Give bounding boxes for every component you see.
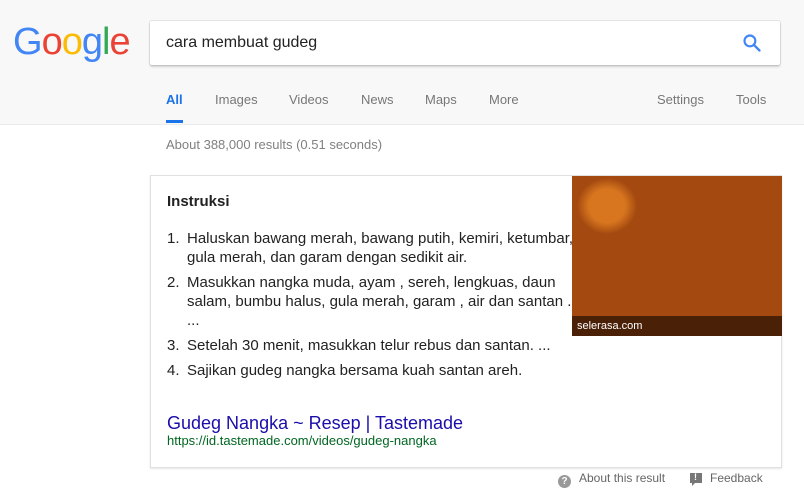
image-source-caption: selerasa.com [572, 316, 782, 336]
search-box [150, 21, 780, 65]
logo-letter: e [109, 21, 130, 63]
feedback-link[interactable]: Feedback [690, 471, 763, 486]
logo-letter: g [81, 21, 103, 63]
instruction-step: 3. Setelah 30 menit, masukkan telur rebu… [167, 336, 627, 355]
step-number: 2. [167, 274, 180, 291]
instruction-list: 1. Haluskan bawang merah, bawang putih, … [167, 229, 577, 386]
search-input[interactable] [166, 21, 726, 65]
instruction-step: 2. Masukkan nangka muda, ayam , sereh, l… [167, 273, 577, 330]
result-url: https://id.tastemade.com/videos/gudeg-na… [167, 433, 437, 448]
logo-letter: o [41, 21, 63, 63]
feedback-icon [690, 472, 702, 486]
tab-more[interactable]: More [489, 90, 519, 120]
step-number: 3. [167, 337, 180, 354]
result-title-link[interactable]: Gudeg Nangka ~ Resep | Tastemade [167, 413, 463, 434]
step-text: Setelah 30 menit, masukkan telur rebus d… [187, 337, 551, 354]
tab-all[interactable]: All [166, 90, 183, 123]
tab-settings[interactable]: Settings [657, 90, 704, 120]
step-text: Sajikan gudeg nangka bersama kuah santan… [187, 362, 523, 379]
instruction-step: 1. Haluskan bawang merah, bawang putih, … [167, 229, 577, 267]
featured-snippet: Instruksi 1. Haluskan bawang merah, bawa… [150, 175, 782, 468]
result-stats: About 388,000 results (0.51 seconds) [166, 137, 383, 152]
step-number: 4. [167, 362, 180, 379]
search-icon [743, 34, 761, 52]
header: Google All Images Videos News Maps More … [0, 0, 804, 125]
search-button[interactable] [742, 33, 762, 53]
about-result-label: About this result [579, 471, 666, 485]
step-text: Masukkan nangka muda, ayam , sereh, leng… [187, 274, 572, 329]
feedback-label: Feedback [710, 471, 763, 485]
instruction-step: 4. Sajikan gudeg nangka bersama kuah san… [167, 361, 627, 380]
logo-letter: o [61, 21, 83, 63]
about-result-link[interactable]: ? About this result [558, 471, 665, 488]
snippet-title: Instruksi [167, 193, 230, 210]
help-icon: ? [558, 475, 571, 488]
step-text: Haluskan bawang merah, bawang putih, kem… [187, 230, 574, 266]
tab-tools[interactable]: Tools [736, 90, 766, 120]
gudeg-image[interactable]: selerasa.com [572, 176, 782, 336]
tab-maps[interactable]: Maps [425, 90, 457, 120]
google-logo[interactable]: Google [13, 20, 131, 64]
tab-news[interactable]: News [361, 90, 394, 120]
tab-images[interactable]: Images [215, 90, 258, 120]
step-number: 1. [167, 230, 180, 247]
logo-letter: G [13, 21, 43, 63]
tab-videos[interactable]: Videos [289, 90, 329, 120]
